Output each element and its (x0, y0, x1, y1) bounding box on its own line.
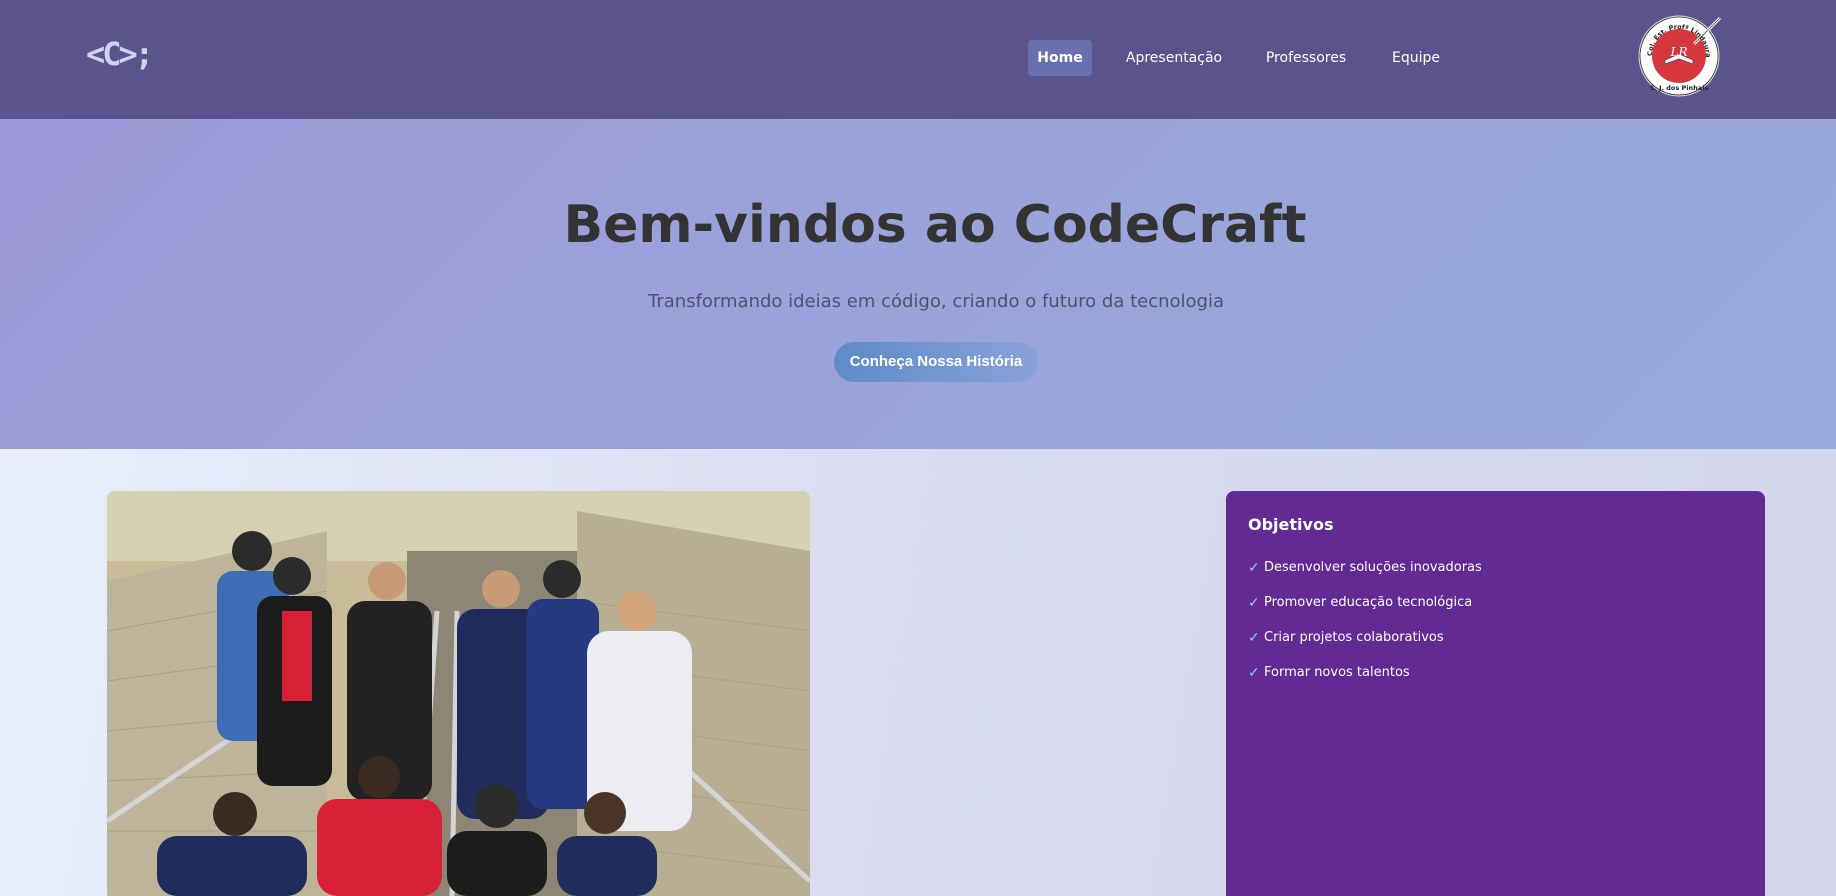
hero-title: Bem-vindos ao CodeCraft (563, 195, 1307, 255)
school-seal-logo[interactable]: LR Col. Est. Profª Lindaura Ribeiro Luca… (1633, 8, 1726, 98)
svg-text:LR: LR (1669, 45, 1687, 59)
main-content: Objetivos ✓ Desenvolver soluções inovado… (0, 449, 1836, 896)
school-seal-icon: LR Col. Est. Profª Lindaura Ribeiro Luca… (1633, 8, 1722, 97)
hero-section: Bem-vindos ao CodeCraft Transformando id… (0, 119, 1836, 449)
nav-item-professores[interactable]: Professores (1258, 40, 1354, 76)
list-item: ✓ Promover educação tecnológica (1248, 594, 1482, 629)
check-icon: ✓ (1248, 665, 1260, 681)
history-cta-button[interactable]: Conheça Nossa História (834, 342, 1038, 382)
team-photo (107, 491, 810, 896)
seal-bottom-text: S. J. dos Pinhais (1650, 84, 1709, 92)
list-item: ✓ Formar novos talentos (1248, 664, 1482, 699)
check-icon: ✓ (1248, 630, 1260, 646)
check-icon: ✓ (1248, 560, 1260, 576)
hero-subtitle: Transformando ideias em código, criando … (648, 291, 1224, 312)
nav-item-apresentacao[interactable]: Apresentação (1118, 40, 1230, 76)
team-photo-illustration (107, 491, 810, 896)
objective-text: Promover educação tecnológica (1264, 595, 1473, 610)
code-logo-icon[interactable]: <C>; (86, 34, 154, 74)
objective-text: Criar projetos colaborativos (1264, 630, 1444, 645)
list-item: ✓ Desenvolver soluções inovadoras (1248, 559, 1482, 594)
list-item: ✓ Criar projetos colaborativos (1248, 629, 1482, 664)
objectives-list: ✓ Desenvolver soluções inovadoras ✓ Prom… (1248, 559, 1482, 699)
objectives-card: Objetivos ✓ Desenvolver soluções inovado… (1226, 491, 1765, 896)
nav-item-equipe[interactable]: Equipe (1386, 40, 1446, 76)
objective-text: Desenvolver soluções inovadoras (1264, 560, 1482, 575)
objective-text: Formar novos talentos (1264, 665, 1410, 680)
site-header: <C>; Home Apresentação Professores Equip… (0, 0, 1836, 119)
nav-item-home[interactable]: Home (1028, 40, 1092, 76)
objectives-title: Objetivos (1248, 515, 1334, 534)
check-icon: ✓ (1248, 595, 1260, 611)
